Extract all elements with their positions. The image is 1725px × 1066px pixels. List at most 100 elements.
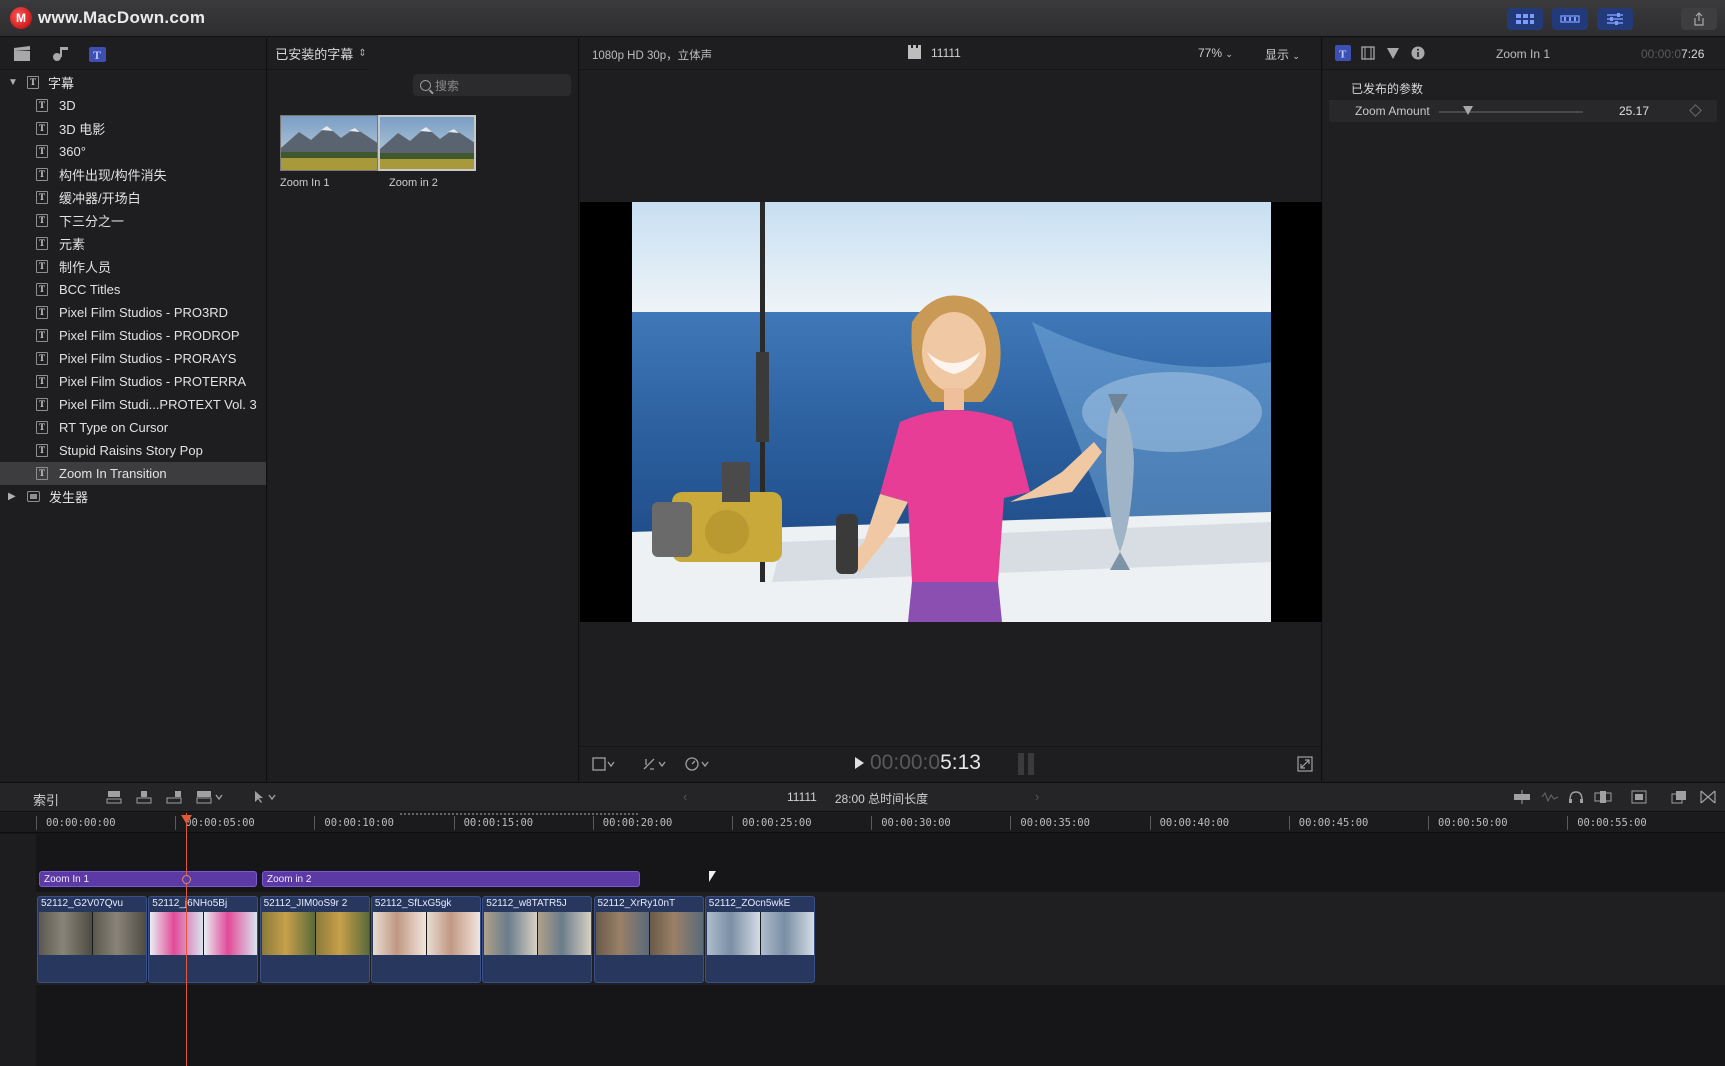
sidebar-item[interactable]: T 缓冲器/开场白 — [0, 186, 266, 209]
video-clip[interactable]: 52112_w8TATR5J — [482, 896, 593, 983]
thumbnail-zoom-in-1[interactable] — [280, 115, 378, 171]
ruler-label: 00:00:25:00 — [742, 817, 812, 829]
play-icon[interactable] — [855, 757, 864, 769]
previous-arrow-icon[interactable]: ‹ — [683, 789, 687, 804]
disclosure-closed-icon[interactable]: ▶ — [8, 491, 16, 502]
sidebar-item[interactable]: T 3D — [0, 94, 266, 117]
video-skimming-icon[interactable] — [1513, 790, 1531, 804]
search-input[interactable]: 搜索 — [413, 74, 571, 96]
keyframe-diamond-icon[interactable] — [1689, 104, 1702, 117]
tab-title[interactable]: T — [1335, 45, 1351, 61]
photos-audio-button[interactable] — [50, 44, 70, 64]
timeline-ruler[interactable]: 00:00:00:00 00:00:05:00 00:00:10:00 00:00:1… — [0, 813, 1725, 833]
sidebar-item[interactable]: T 构件出现/构件消失 — [0, 163, 266, 186]
title-t-icon: T — [1335, 45, 1351, 61]
connect-clip-icon[interactable] — [106, 790, 122, 804]
mountain-landscape-image — [281, 116, 377, 170]
sidebar-item[interactable]: T Pixel Film Studios - PRODROP — [0, 324, 266, 347]
speed-button[interactable] — [685, 757, 711, 774]
library-view-button[interactable] — [1507, 8, 1543, 30]
libraries-button[interactable] — [12, 44, 32, 64]
ruler-tick — [453, 816, 455, 830]
ruler-label: 00:00:20:00 — [602, 817, 673, 829]
clip-frame — [39, 912, 93, 955]
video-clip[interactable]: 52112_JIM0oS9r 2 — [259, 896, 370, 983]
inspector-view-button[interactable] — [1597, 8, 1633, 30]
inspector-duration: 00:00:07:26 — [1641, 47, 1704, 61]
ruler-tick — [871, 816, 873, 830]
macdown-logo-icon: M — [10, 7, 32, 29]
overwrite-clip-icon[interactable] — [196, 790, 226, 804]
zoom-menu[interactable]: 77% ⌄ — [1198, 46, 1233, 60]
svg-text:T: T — [1339, 49, 1347, 61]
sidebar-item[interactable]: T BCC Titles — [0, 278, 266, 301]
view-options-button[interactable] — [592, 757, 616, 774]
video-clip-name: 52112_ZOcn5wkE — [708, 898, 791, 909]
sidebar-item[interactable]: ▼ T 字幕 — [0, 71, 266, 94]
frame-icon — [592, 757, 615, 771]
sidebar-item-label: 制作人员 — [59, 260, 112, 275]
sidebar-item-label: 360° — [59, 144, 86, 159]
sidebar-item[interactable]: T 制作人员 — [0, 255, 266, 278]
sidebar-item[interactable]: T 3D 电影 — [0, 117, 266, 140]
insert-clip-icon[interactable] — [136, 790, 152, 804]
tab-color[interactable] — [1385, 45, 1401, 61]
audio-meter-icon — [1018, 753, 1034, 775]
index-button[interactable]: 索引 — [33, 790, 59, 809]
zoom-amount-slider[interactable] — [1439, 106, 1583, 115]
next-arrow-icon[interactable]: › — [1035, 789, 1039, 804]
select-tool-icon[interactable] — [252, 790, 282, 804]
browser-header[interactable]: 已安装的字幕 ⇕ — [268, 38, 368, 70]
sidebar-item[interactable]: T Pixel Film Studios - PROTERRA — [0, 370, 266, 393]
audio-skimming-icon[interactable] — [1541, 790, 1559, 804]
sidebar-item[interactable]: T Pixel Film Studios - PRO3RD — [0, 301, 266, 324]
sidebar-item[interactable]: T Zoom In Transition — [0, 462, 266, 485]
titles-generators-button[interactable]: T — [88, 44, 108, 64]
sidebar-item[interactable]: T Pixel Film Studi...PROTEXT Vol. 3 — [0, 393, 266, 416]
solo-icon[interactable] — [1594, 790, 1612, 804]
append-clip-icon[interactable] — [166, 790, 182, 804]
transform-tool-button[interactable] — [642, 757, 668, 774]
title-icon: T — [36, 237, 48, 250]
title-clip[interactable]: Zoom In 1 — [39, 871, 257, 887]
playhead[interactable] — [186, 813, 187, 1066]
sidebar-item[interactable]: T Stupid Raisins Story Pop — [0, 439, 266, 462]
clip-frame — [315, 912, 369, 955]
fullscreen-button[interactable] — [1297, 756, 1313, 775]
sidebar-item[interactable]: T Pixel Film Studios - PRORAYS — [0, 347, 266, 370]
inspector-title: Zoom In 1 — [1496, 47, 1551, 61]
mouse-cursor-icon — [709, 871, 716, 882]
ruler-tick — [1010, 816, 1012, 830]
sidebar-item-label: 字幕 — [48, 76, 75, 91]
thumbnail-zoom-in-2[interactable] — [378, 115, 476, 171]
zoom-amount-value[interactable]: 25.17 — [1589, 104, 1649, 118]
sidebar-item[interactable]: T RT Type on Cursor — [0, 416, 266, 439]
tab-info[interactable] — [1410, 45, 1426, 61]
sidebar-item[interactable]: ▶ 发生器 — [0, 485, 266, 508]
clapper-icon — [908, 44, 921, 59]
headphones-icon[interactable] — [1568, 790, 1584, 804]
tab-video[interactable] — [1360, 45, 1376, 61]
title-clip[interactable]: Zoom in 2 — [262, 871, 640, 887]
video-clip[interactable]: 52112_j6NHo5Bj — [148, 896, 259, 983]
display-menu[interactable]: 显示 ⌄ — [1265, 46, 1300, 63]
transitions-browser-icon[interactable] — [1700, 790, 1716, 804]
video-clip[interactable]: 52112_SfLxG5gk — [370, 896, 481, 983]
video-clip[interactable]: 52112_G2V07Qvu — [37, 896, 147, 983]
effects-browser-icon[interactable] — [1671, 790, 1687, 804]
timecode-display[interactable]: 00:00:05:13 — [855, 751, 981, 775]
share-button[interactable] — [1681, 8, 1717, 30]
timeline-view-button[interactable] — [1552, 8, 1588, 30]
timeline[interactable]: 00:00:00:00 00:00:05:00 00:00:10:00 00:00:1… — [0, 813, 1725, 1066]
sidebar-item[interactable]: T 360° — [0, 140, 266, 163]
ruler-label: 00:00:55:00 — [1577, 817, 1647, 829]
clip-thumbnail-strip — [261, 912, 369, 955]
sidebar-item[interactable]: T 元素 — [0, 232, 266, 255]
disclosure-open-icon[interactable]: ▼ — [8, 77, 18, 88]
viewer-canvas[interactable] — [580, 202, 1322, 622]
sidebar-item[interactable]: T 下三分之一 — [0, 209, 266, 232]
slider-knob[interactable] — [1462, 106, 1473, 115]
video-clip[interactable]: 52112_ZOcn5wkE — [704, 896, 815, 983]
clip-appearance-icon[interactable] — [1631, 790, 1647, 804]
video-clip[interactable]: 52112_XrRy10nT — [593, 896, 704, 983]
